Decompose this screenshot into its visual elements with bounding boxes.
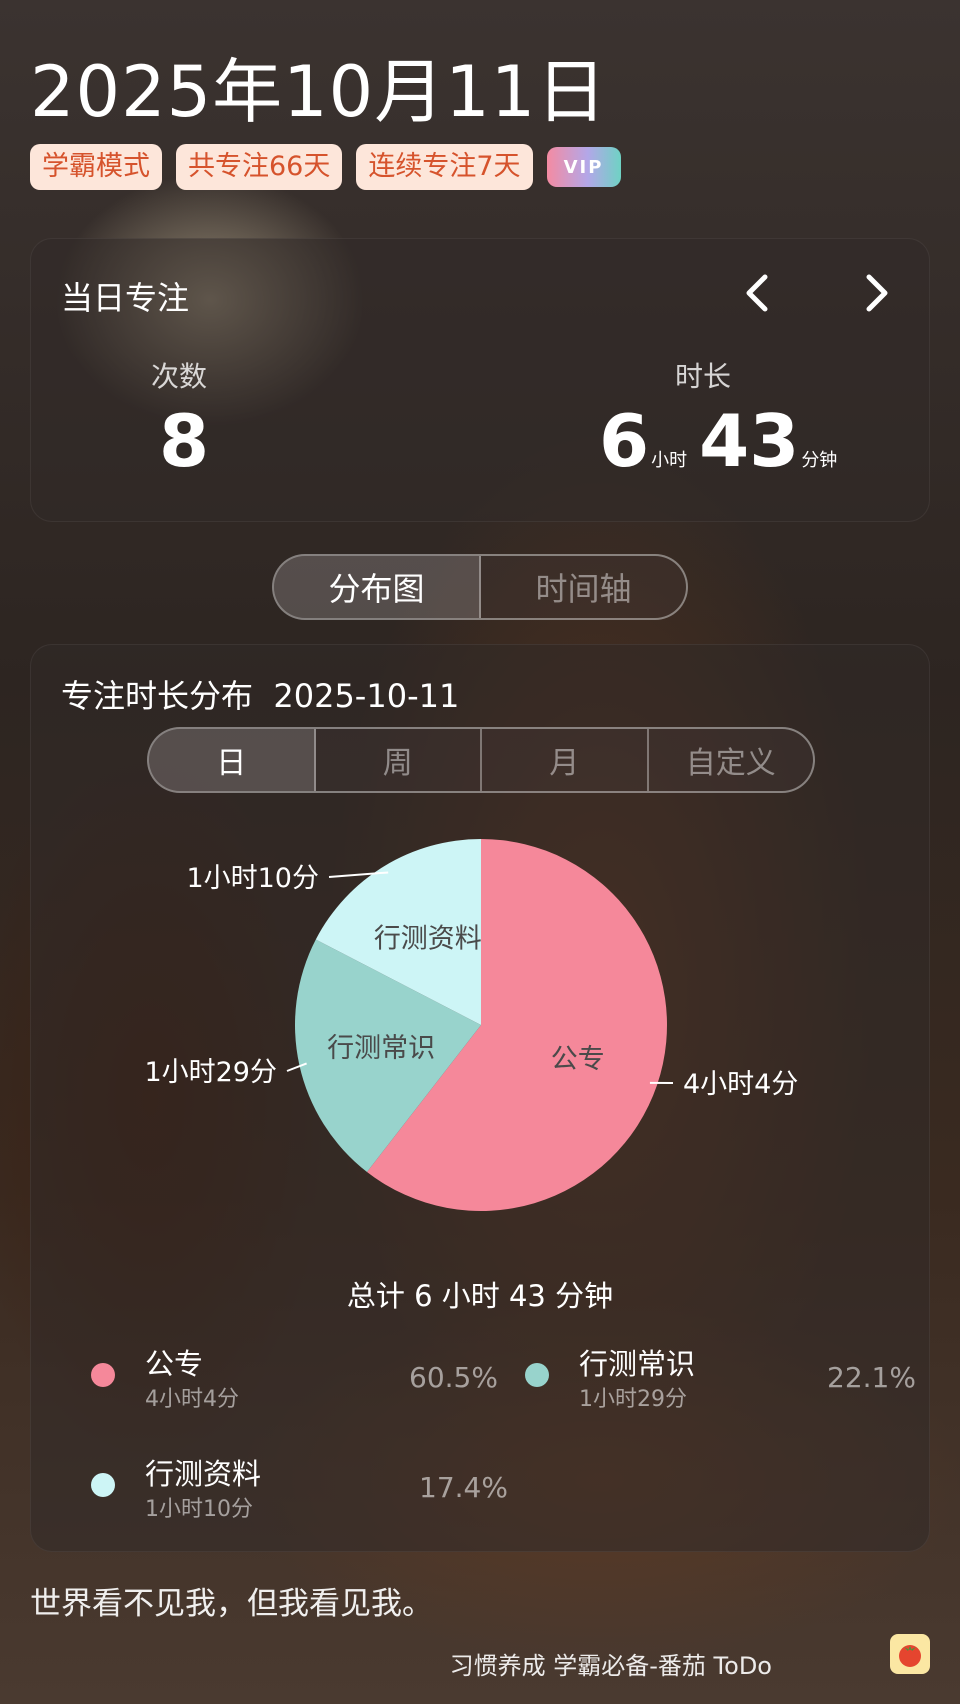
chevron-left-icon[interactable]: [737, 271, 781, 315]
legend-dot: [91, 1363, 115, 1387]
legend-duration: 4小时4分: [145, 1387, 239, 1412]
duration-label: 时长: [675, 360, 732, 393]
pie-slice-label: 行测常识: [327, 1033, 435, 1064]
tomato-app-icon[interactable]: [890, 1634, 930, 1674]
badge-row: 学霸模式 共专注66天 连续专注7天 VIP: [30, 144, 621, 190]
chevron-right-icon[interactable]: [853, 271, 897, 315]
legend-duration: 1小时29分: [579, 1387, 687, 1412]
duration-hours: 6: [599, 399, 650, 483]
duration-value: 6 小时 43 分钟: [599, 399, 849, 483]
view-tabs: 分布图 时间轴: [272, 554, 688, 620]
legend-percent: 17.4%: [419, 1471, 508, 1504]
motto-text: 世界看不见我，但我看见我。: [30, 1586, 433, 1622]
legend-item-gongzhuan[interactable]: 公专 4小时4分 60.5%: [91, 1341, 498, 1412]
count-label: 次数: [151, 360, 208, 393]
page-title: 2025年10月11日: [30, 51, 608, 133]
minutes-unit: 分钟: [801, 450, 838, 471]
legend-name: 公专: [145, 1347, 204, 1381]
legend-dot: [91, 1473, 115, 1497]
pie-duration-label: 1小时29分: [144, 1057, 277, 1088]
legend-name: 行测常识: [579, 1347, 696, 1381]
pie-slice-label: 行测资料: [374, 924, 482, 955]
legend-duration: 1小时10分: [145, 1497, 253, 1522]
legend-item-ziliao[interactable]: 行测资料 1小时10分 17.4%: [91, 1451, 508, 1522]
count-value: 8: [159, 399, 210, 483]
vip-badge[interactable]: VIP: [546, 147, 621, 187]
pie-chart[interactable]: 公专 4小时4分 行测常识 1小时29分 行测资料 1小时10分: [31, 645, 929, 1265]
legend-percent: 60.5%: [409, 1361, 498, 1394]
footer-text: 习惯养成 学霸必备-番茄 ToDo: [449, 1652, 772, 1680]
legend-dot: [525, 1363, 549, 1387]
pie-slice-label: 公专: [551, 1044, 605, 1075]
tab-timeline[interactable]: 时间轴: [481, 556, 686, 618]
mode-badge[interactable]: 学霸模式: [30, 144, 162, 190]
duration-minutes: 43: [699, 399, 800, 483]
legend-percent: 22.1%: [827, 1361, 916, 1394]
pie-duration-label: 1小时10分: [186, 863, 319, 894]
streak-badge[interactable]: 连续专注7天: [356, 144, 533, 190]
daily-focus-card: 当日专注 次数 8 时长 6 小时 43 分钟: [30, 238, 930, 522]
hours-unit: 小时: [651, 450, 688, 471]
daily-focus-title: 当日专注: [61, 279, 190, 317]
pie-duration-label: 4小时4分: [683, 1069, 798, 1100]
legend-name: 行测资料: [145, 1457, 262, 1491]
legend-item-changshi[interactable]: 行测常识 1小时29分 22.1%: [525, 1341, 916, 1412]
distribution-card: 专注时长分布 2025-10-11 日 周 月 自定义 公专 4小时4分 行测常识 1…: [30, 644, 930, 1552]
tomato-icon: [899, 1645, 921, 1667]
tab-distribution[interactable]: 分布图: [274, 556, 481, 618]
total-days-badge[interactable]: 共专注66天: [176, 144, 343, 190]
total-text: 总计 6 小时 43 分钟: [346, 1279, 614, 1313]
